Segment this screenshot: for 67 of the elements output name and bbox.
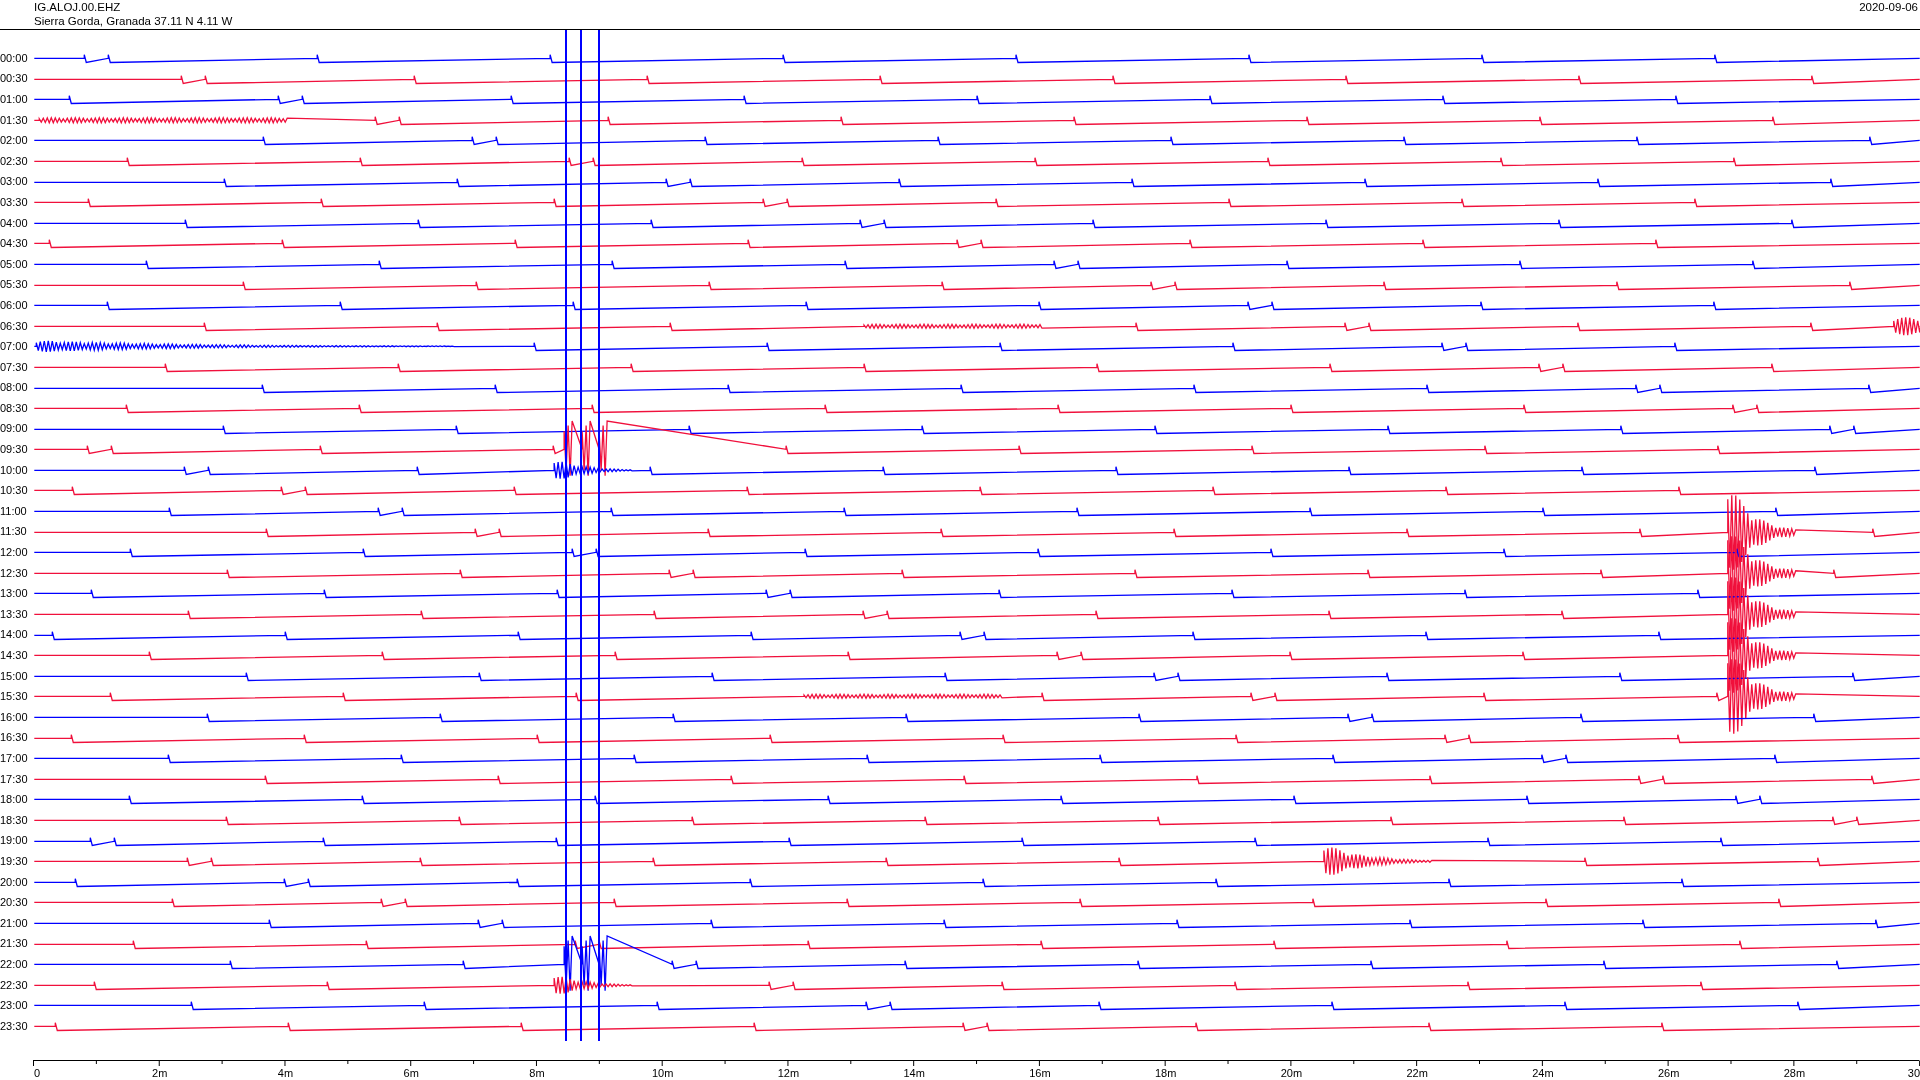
time-label: 00:00	[0, 51, 29, 65]
axis-label: 28m	[1783, 1066, 1806, 1079]
time-label: 09:00	[0, 422, 29, 436]
axis-label: 16m	[1029, 1066, 1051, 1079]
time-label: 06:30	[0, 319, 29, 333]
time-label: 02:30	[0, 154, 29, 168]
axis-label: 4m	[277, 1066, 294, 1079]
time-label: 09:30	[0, 443, 29, 457]
axis-label: 10m	[652, 1066, 674, 1079]
plot-date: 2020-09-06	[1859, 0, 1919, 14]
time-label: 17:00	[0, 752, 29, 765]
time-label: 13:00	[0, 587, 29, 601]
time-label: 07:30	[0, 360, 29, 374]
time-label: 20:30	[0, 896, 29, 910]
time-label: 06:00	[0, 298, 29, 312]
axis-label: 12m	[777, 1066, 800, 1079]
time-label: 00:30	[0, 72, 29, 86]
time-label: 22:00	[0, 957, 29, 971]
axis-label: 18m	[1154, 1066, 1177, 1079]
time-label: 12:30	[0, 566, 29, 580]
axis-label: 6m	[403, 1066, 419, 1079]
axis-label: 24m	[1532, 1066, 1554, 1079]
time-label: 02:00	[0, 134, 29, 148]
time-label: 21:30	[0, 937, 29, 951]
time-label: 16:30	[0, 731, 29, 745]
time-label: 10:30	[0, 484, 29, 498]
time-label: 05:30	[0, 278, 29, 292]
time-label: 04:00	[0, 216, 29, 230]
time-label: 23:00	[0, 999, 29, 1013]
time-label: 03:30	[0, 195, 29, 209]
time-label: 04:30	[0, 237, 29, 251]
time-label: 23:30	[0, 1019, 29, 1033]
time-label: 16:00	[0, 710, 29, 724]
axis-label: 26m	[1657, 1066, 1680, 1079]
time-label: 17:30	[0, 772, 29, 786]
time-label: 15:00	[0, 669, 29, 683]
time-label: 10:00	[0, 463, 29, 477]
axis-label: 22m	[1406, 1066, 1428, 1079]
station-code: IG.ALOJ.00.EHZ	[34, 0, 122, 14]
time-label: 11:30	[0, 525, 28, 539]
time-label: 18:00	[0, 793, 29, 807]
time-label: 11:00	[0, 504, 28, 518]
time-label: 12:00	[0, 546, 29, 560]
time-label: 14:30	[0, 649, 29, 662]
time-label: 19:30	[0, 854, 29, 868]
time-label: 19:00	[0, 834, 29, 848]
time-label: 01:30	[0, 113, 29, 127]
time-label: 13:30	[0, 607, 29, 621]
time-label: 05:00	[0, 257, 29, 271]
time-label: 22:30	[0, 978, 29, 992]
time-label: 18:30	[0, 813, 29, 827]
station-location: Sierra Gorda, Granada 37.11 N 4.11 W	[34, 14, 233, 28]
time-label: 01:00	[0, 93, 29, 106]
time-label: 20:00	[0, 875, 29, 889]
time-label: 14:00	[0, 628, 29, 642]
axis-label: 2m	[152, 1066, 168, 1079]
time-label: 08:00	[0, 381, 29, 395]
time-label: 15:30	[0, 690, 29, 704]
time-label: 08:30	[0, 401, 29, 415]
time-label: 07:00	[0, 340, 29, 354]
axis-label: 20m	[1280, 1066, 1303, 1079]
time-label: 03:00	[0, 175, 29, 189]
axis-label: 14m	[903, 1066, 925, 1079]
axis-label: 8m	[529, 1066, 545, 1079]
time-label: 21:00	[0, 916, 29, 930]
axis-label: 0	[34, 1066, 41, 1079]
axis-label: 30	[1907, 1066, 1920, 1079]
